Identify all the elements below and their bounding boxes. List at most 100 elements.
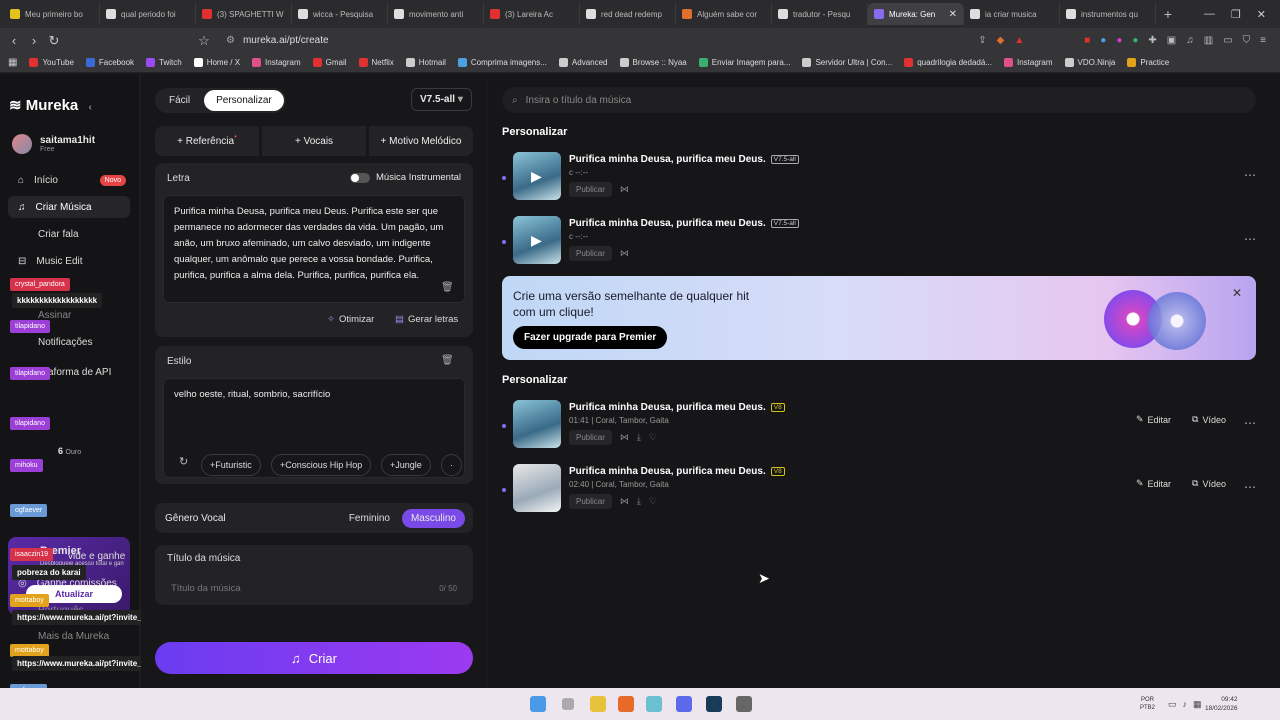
close-window-icon[interactable]: ✕ bbox=[1257, 8, 1266, 21]
url-text[interactable]: mureka.ai/pt/create bbox=[243, 35, 329, 46]
share-icon[interactable]: ⋈ bbox=[620, 432, 629, 443]
puzzle-icon[interactable]: ✚ bbox=[1148, 35, 1156, 46]
bookmark-item[interactable]: Instagram bbox=[1003, 58, 1053, 67]
share-icon[interactable]: ⋈ bbox=[620, 496, 629, 507]
heart-icon[interactable]: ♡ bbox=[649, 496, 657, 507]
bookmark-item[interactable]: Advanced bbox=[558, 58, 608, 67]
bookmark-item[interactable]: Hotmail bbox=[405, 58, 446, 67]
share-icon[interactable]: ⇪ bbox=[978, 35, 986, 46]
bookmark-item[interactable]: Comprima imagens... bbox=[457, 58, 547, 67]
song-cover-image[interactable] bbox=[513, 400, 561, 448]
bookmark-item[interactable]: quadrilogia dedadá... bbox=[904, 58, 992, 67]
style-chip[interactable]: + Futuristic bbox=[201, 454, 261, 476]
bookmark-item[interactable]: Home / X bbox=[193, 58, 240, 67]
close-icon[interactable]: ✕ bbox=[1232, 286, 1242, 300]
clock[interactable]: 09:42 18/02/2026 bbox=[1205, 695, 1238, 713]
nav-music-edit[interactable]: ⊟ Music Edit bbox=[8, 250, 130, 272]
new-tab-icon[interactable]: + bbox=[1156, 6, 1180, 22]
browser-tab[interactable]: instrumentos qu bbox=[1060, 3, 1156, 25]
song-title[interactable]: Purifica minha Deusa, purifica meu Deus.… bbox=[569, 154, 799, 165]
bookmark-item[interactable]: Twitch bbox=[146, 58, 182, 67]
maximize-icon[interactable]: ❐ bbox=[1231, 8, 1241, 21]
title-input[interactable]: Título da música 0/ 50 bbox=[163, 575, 465, 601]
style-chip[interactable]: + Conscious Hip Hop bbox=[271, 454, 372, 476]
nav-inicio[interactable]: ⌂ Início Novo bbox=[8, 169, 130, 191]
browser-tab[interactable]: movimento anti bbox=[388, 3, 484, 25]
create-button[interactable]: ♫ Criar bbox=[155, 642, 473, 674]
lyrics-textarea[interactable]: Purifica minha Deusa, purifica meu Deus.… bbox=[163, 195, 465, 303]
edit-button[interactable]: ✎ Editar bbox=[1136, 414, 1171, 425]
edit-button[interactable]: ✎ Editar bbox=[1136, 478, 1171, 489]
heart-icon[interactable]: ♡ bbox=[649, 432, 657, 443]
more-options-icon[interactable]: ⋯ bbox=[1244, 232, 1256, 246]
more-options-icon[interactable]: ⋯ bbox=[1244, 168, 1256, 182]
wallet-icon[interactable]: ▭ bbox=[1223, 35, 1232, 46]
mode-custom-tab[interactable]: Personalizar bbox=[204, 90, 284, 111]
song-title[interactable]: Purifica minha Deusa, purifica meu Deus.… bbox=[569, 402, 785, 413]
extension-icon[interactable]: ● bbox=[1132, 35, 1138, 46]
nav-criar-fala[interactable]: Criar fala bbox=[8, 223, 130, 245]
nav-criar-musica[interactable]: ♫ Criar Música bbox=[8, 196, 130, 218]
bookmark-star-icon[interactable]: ☆ bbox=[194, 33, 214, 49]
back-icon[interactable]: ‹ bbox=[4, 33, 24, 48]
settings-icon[interactable] bbox=[736, 696, 752, 712]
song-row[interactable]: Purifica minha Deusa, purifica meu Deus.… bbox=[502, 464, 1256, 518]
extension-icon[interactable]: ■ bbox=[1084, 35, 1090, 46]
search-icon[interactable] bbox=[562, 698, 574, 710]
share-icon[interactable]: ⋈ bbox=[620, 248, 629, 259]
vpn-icon[interactable]: ⛉ bbox=[1243, 35, 1251, 46]
screenshot-icon[interactable]: ▣ bbox=[1167, 35, 1176, 46]
forward-icon[interactable]: › bbox=[24, 33, 44, 48]
menu-icon[interactable]: ≡ bbox=[1260, 35, 1266, 46]
mode-easy-tab[interactable]: Fácil bbox=[157, 90, 202, 111]
brand-logo[interactable]: ≋ Mureka ‹ bbox=[9, 96, 92, 114]
publish-button[interactable]: Publicar bbox=[569, 494, 612, 509]
song-title[interactable]: Purifica minha Deusa, purifica meu Deus.… bbox=[569, 218, 799, 229]
trash-icon[interactable]: 🗑 bbox=[441, 282, 454, 293]
sidebar-toggle-icon[interactable]: ▥ bbox=[1204, 35, 1213, 46]
style-chip[interactable]: + Jungle bbox=[381, 454, 431, 476]
reload-icon[interactable]: ↻ bbox=[44, 33, 64, 49]
reference-button[interactable]: + Referência • bbox=[155, 126, 259, 156]
bookmark-item[interactable]: Servidor Ultra | Con... bbox=[802, 58, 892, 67]
vocals-button[interactable]: + Vocais bbox=[262, 126, 366, 156]
start-icon[interactable] bbox=[530, 696, 546, 712]
melodic-motif-button[interactable]: + Motivo Melódico bbox=[369, 126, 473, 156]
instrumental-toggle[interactable]: Música Instrumental bbox=[350, 172, 461, 183]
female-option[interactable]: Feminino bbox=[349, 513, 390, 524]
bookmark-item[interactable]: Enviar Imagem para... bbox=[698, 58, 790, 67]
bookmark-item[interactable]: Netflix bbox=[358, 58, 394, 67]
extension-icon[interactable]: ● bbox=[1100, 35, 1106, 46]
browser-tab[interactable]: Mureka: Gen ✕ bbox=[868, 3, 964, 25]
song-cover-image[interactable]: ▶ bbox=[513, 216, 561, 264]
male-option[interactable]: Masculino bbox=[401, 508, 465, 528]
video-button[interactable]: ⧉ Vídeo bbox=[1192, 478, 1226, 489]
download-icon[interactable]: ⤓ bbox=[637, 496, 641, 507]
search-input[interactable]: ⌕ Insira o título da música bbox=[502, 87, 1256, 113]
share-icon[interactable]: ⋈ bbox=[620, 184, 629, 195]
browser-tab[interactable]: wicca - Pesquisa bbox=[292, 3, 388, 25]
publish-button[interactable]: Publicar bbox=[569, 430, 612, 445]
browser-tab[interactable]: (3) Lareira Ac bbox=[484, 3, 580, 25]
bookmark-item[interactable]: Gmail bbox=[312, 58, 347, 67]
song-row[interactable]: Purifica minha Deusa, purifica meu Deus.… bbox=[502, 400, 1256, 454]
bookmark-item[interactable]: VDO.Ninja bbox=[1064, 58, 1115, 67]
tray-icons[interactable]: ▭♪▦ bbox=[1168, 699, 1208, 710]
more-chips-icon[interactable]: · bbox=[441, 454, 462, 476]
upgrade-premier-button[interactable]: Fazer upgrade para Premier bbox=[513, 326, 668, 349]
site-info-icon[interactable]: ⚙ bbox=[226, 35, 235, 46]
browser-tab[interactable]: ia criar musica bbox=[964, 3, 1060, 25]
url-field[interactable]: ⚙ mureka.ai/pt/create bbox=[226, 35, 329, 46]
app-icon[interactable] bbox=[646, 696, 662, 712]
folder-icon[interactable] bbox=[590, 696, 606, 712]
discord-icon[interactable] bbox=[676, 696, 692, 712]
trash-icon[interactable]: 🗑 bbox=[441, 355, 454, 366]
browser-tab[interactable]: (3) SPAGHETTI W bbox=[196, 3, 292, 25]
nav-notificacoes[interactable]: Notificações bbox=[8, 331, 130, 353]
steam-icon[interactable] bbox=[706, 696, 722, 712]
rewards-icon[interactable]: ▲ bbox=[1014, 35, 1024, 46]
generate-lyrics-button[interactable]: ▤ Gerar letras bbox=[395, 314, 458, 325]
play-icon[interactable]: ▶ bbox=[531, 168, 542, 185]
publish-button[interactable]: Publicar bbox=[569, 246, 612, 261]
bookmark-item[interactable]: YouTube bbox=[29, 58, 74, 67]
